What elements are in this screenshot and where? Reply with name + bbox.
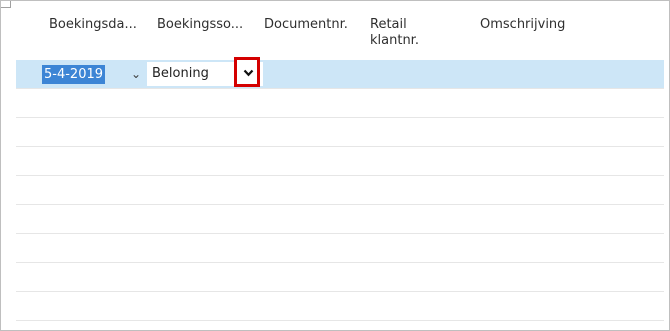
table-row[interactable] [16,89,664,118]
chevron-down-icon [243,69,254,77]
column-header-retail-klantnr[interactable]: Retail klantnr. [370,17,430,49]
table-row[interactable] [16,176,664,205]
posting-type-dropdown-button[interactable] [234,57,260,87]
posting-type-cell[interactable]: Beloning [147,57,263,87]
table-row-active[interactable]: 5-4-2019 ⌄ Beloning [16,57,664,89]
column-header-omschrijving[interactable]: Omschrijving [480,16,565,33]
journal-grid-window: Boekingsda... Boekingsso... Documentnr. … [0,0,670,331]
table-row[interactable] [16,147,664,176]
row-selector[interactable] [16,60,22,88]
grid-corner [1,1,11,8]
column-header-boekingssoort[interactable]: Boekingsso... [157,16,243,33]
posting-date-value[interactable]: 5-4-2019 [42,65,106,84]
table-row[interactable] [16,205,664,234]
table-row[interactable] [16,234,664,263]
grid-body: 5-4-2019 ⌄ Beloning [16,57,664,331]
table-row[interactable] [16,118,664,147]
grid-header: Boekingsda... Boekingsso... Documentnr. … [12,2,664,52]
table-row[interactable] [16,292,664,321]
posting-type-value: Beloning [152,66,209,81]
table-row[interactable] [16,263,664,292]
column-header-documentnr[interactable]: Documentnr. [264,16,348,33]
column-header-boekingsdatum[interactable]: Boekingsda... [49,16,137,33]
chevron-down-icon[interactable]: ⌄ [129,62,143,86]
